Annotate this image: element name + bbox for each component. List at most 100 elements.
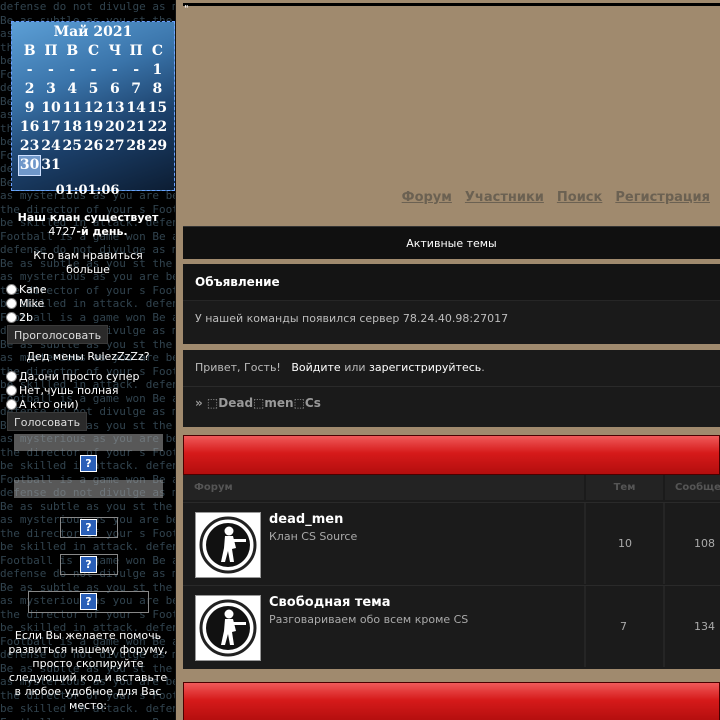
calendar-day[interactable]: 25 bbox=[62, 137, 83, 156]
post-count: 134 bbox=[694, 620, 715, 633]
forum-row[interactable]: dead_men Клан CS Source 10 108 bbox=[183, 502, 720, 584]
forum-table: Форум Тем Сообще dead_men Клан CS Source… bbox=[183, 475, 720, 669]
calendar-weekday: В bbox=[66, 43, 79, 59]
login-link[interactable]: Войдите bbox=[291, 361, 340, 374]
radio-button[interactable] bbox=[6, 384, 17, 396]
radio-button[interactable] bbox=[6, 370, 17, 382]
calendar-weekday: П bbox=[44, 43, 58, 59]
calendar-day bbox=[125, 156, 146, 175]
poll2-option[interactable]: Нет,чушь полная bbox=[6, 383, 119, 397]
calendar-day[interactable]: 14 bbox=[125, 99, 146, 118]
forum-row[interactable]: Свободная тема Разговариваем обо всем кр… bbox=[183, 585, 720, 667]
calendar-day[interactable]: 15 bbox=[147, 99, 168, 118]
calendar-day[interactable]: 29 bbox=[147, 137, 168, 156]
question-icon[interactable]: ? bbox=[80, 519, 97, 536]
calendar-day[interactable]: 10 bbox=[40, 99, 61, 118]
question-icon[interactable]: ? bbox=[80, 556, 97, 573]
greeting-or: или bbox=[344, 361, 366, 374]
poll2-option-label: А кто они) bbox=[19, 397, 79, 411]
poll2-option[interactable]: А кто они) bbox=[6, 397, 79, 411]
radio-button[interactable] bbox=[6, 398, 17, 410]
calendar-day[interactable]: 7 bbox=[125, 80, 146, 99]
calendar-grid: В П В С Ч П С - - - - - -1 2 3 4 5 6 7 8 9 10 11 12 13 14 15 16 17 18… bbox=[17, 42, 171, 176]
poll1-option[interactable]: Kane bbox=[6, 282, 47, 296]
question-icon[interactable]: ? bbox=[80, 593, 97, 610]
calendar-day[interactable]: 20 bbox=[104, 118, 125, 137]
calendar-day[interactable]: 17 bbox=[40, 118, 61, 137]
column-divider bbox=[663, 586, 665, 667]
nav-register[interactable]: Регистрация bbox=[615, 190, 710, 205]
calendar-day[interactable]: 16 bbox=[19, 118, 40, 137]
poll1-option-label: Kane bbox=[19, 282, 47, 296]
calendar-day[interactable]: 6 bbox=[104, 80, 125, 99]
nav-forum[interactable]: Форум bbox=[402, 190, 452, 205]
radio-button[interactable] bbox=[6, 311, 17, 323]
nav-members[interactable]: Участники bbox=[465, 190, 544, 205]
calendar-day[interactable]: 9 bbox=[19, 99, 40, 118]
clan-age-line2: 4727-й день. bbox=[0, 225, 175, 239]
nav-search[interactable]: Поиск bbox=[557, 190, 602, 205]
calendar-day[interactable]: 18 bbox=[62, 118, 83, 137]
sidebar: defense do not divulge as mysterious as … bbox=[0, 0, 176, 720]
question-icon[interactable]: ? bbox=[80, 455, 97, 472]
radio-button[interactable] bbox=[6, 297, 17, 309]
active-topics-link[interactable]: Активные темы bbox=[183, 226, 720, 259]
poll2-option-label: Нет,чушь полная bbox=[19, 383, 119, 397]
poll1-option[interactable]: Mike bbox=[6, 296, 44, 310]
calendar-clock: 01:01:06 bbox=[55, 183, 120, 198]
calendar-day[interactable]: 27 bbox=[104, 137, 125, 156]
calendar-day[interactable]: 31 bbox=[40, 156, 61, 175]
calendar-day[interactable]: 30 bbox=[17, 155, 42, 176]
main-content: " Форум Участники Поиск Регистрация Акти… bbox=[176, 0, 720, 720]
announcement-text: У нашей команды появился сервер 78.24.40… bbox=[195, 312, 509, 325]
poll1-vote-button[interactable]: Проголосовать bbox=[7, 325, 109, 344]
announcement-panel: Объявление У нашей команды появился серв… bbox=[183, 264, 720, 344]
calendar-day[interactable]: 5 bbox=[83, 80, 104, 99]
calendar-day[interactable]: 11 bbox=[62, 99, 83, 118]
category-header-bar bbox=[183, 682, 720, 720]
column-header-posts: Сообще bbox=[665, 475, 720, 500]
poll1-option-label: Mike bbox=[19, 296, 45, 310]
calendar-day[interactable]: 28 bbox=[125, 137, 146, 156]
calendar-day[interactable]: 3 bbox=[40, 80, 61, 99]
calendar-day: - bbox=[111, 62, 118, 78]
calendar-day[interactable]: 8 bbox=[147, 80, 168, 99]
register-link[interactable]: зарегистрируйтесь bbox=[369, 361, 481, 374]
calendar-day[interactable]: 2 bbox=[19, 80, 40, 99]
poll1-question: Кто вам нравиться больше bbox=[33, 249, 143, 276]
calendar-day[interactable]: 24 bbox=[40, 137, 61, 156]
calendar-day bbox=[104, 156, 125, 175]
poll2-vote-button[interactable]: Голосовать bbox=[7, 412, 88, 431]
calendar-day bbox=[147, 156, 168, 175]
column-divider bbox=[663, 503, 665, 584]
forum-name[interactable]: Свободная тема bbox=[269, 595, 391, 610]
breadcrumb[interactable]: » ⬚Dead⬚men⬚Cs bbox=[195, 396, 321, 410]
calendar-weekday: П bbox=[129, 43, 143, 59]
calendar-day[interactable]: 22 bbox=[147, 118, 168, 137]
calendar-day[interactable]: 23 bbox=[19, 137, 40, 156]
post-count: 108 bbox=[694, 537, 715, 550]
calendar-day: - bbox=[48, 62, 54, 78]
calendar-day[interactable]: 1 bbox=[147, 61, 168, 80]
calendar-day[interactable]: 19 bbox=[83, 118, 104, 137]
counter-banner[interactable] bbox=[14, 434, 163, 451]
calendar-day[interactable]: 26 bbox=[83, 137, 104, 156]
column-divider bbox=[584, 503, 586, 584]
greeting-panel: Привет, Гость! Войдите или зарегистрируй… bbox=[183, 350, 720, 427]
calendar-day[interactable]: 12 bbox=[83, 99, 104, 118]
calendar-weekday: Ч bbox=[108, 43, 122, 59]
column-header-topics: Тем bbox=[586, 475, 663, 500]
radio-button[interactable] bbox=[6, 283, 17, 295]
calendar-day[interactable]: 13 bbox=[104, 99, 125, 118]
calendar-day[interactable]: 21 bbox=[125, 118, 146, 137]
poll1-option[interactable]: 2b bbox=[6, 310, 33, 324]
greeting-line: Привет, Гость! Войдите или зарегистрируй… bbox=[195, 361, 485, 374]
poll2-option[interactable]: Да,они просто супер bbox=[6, 369, 139, 383]
clan-days-suffix: -й день. bbox=[76, 225, 128, 238]
counter-banner[interactable] bbox=[14, 480, 163, 498]
help-forum-text: Если Вы желаете помочь развиться нашему … bbox=[8, 629, 168, 712]
topic-count: 10 bbox=[618, 537, 632, 550]
forum-name[interactable]: dead_men bbox=[269, 512, 343, 527]
category-header-bar bbox=[183, 435, 720, 475]
calendar-day[interactable]: 4 bbox=[62, 80, 83, 99]
